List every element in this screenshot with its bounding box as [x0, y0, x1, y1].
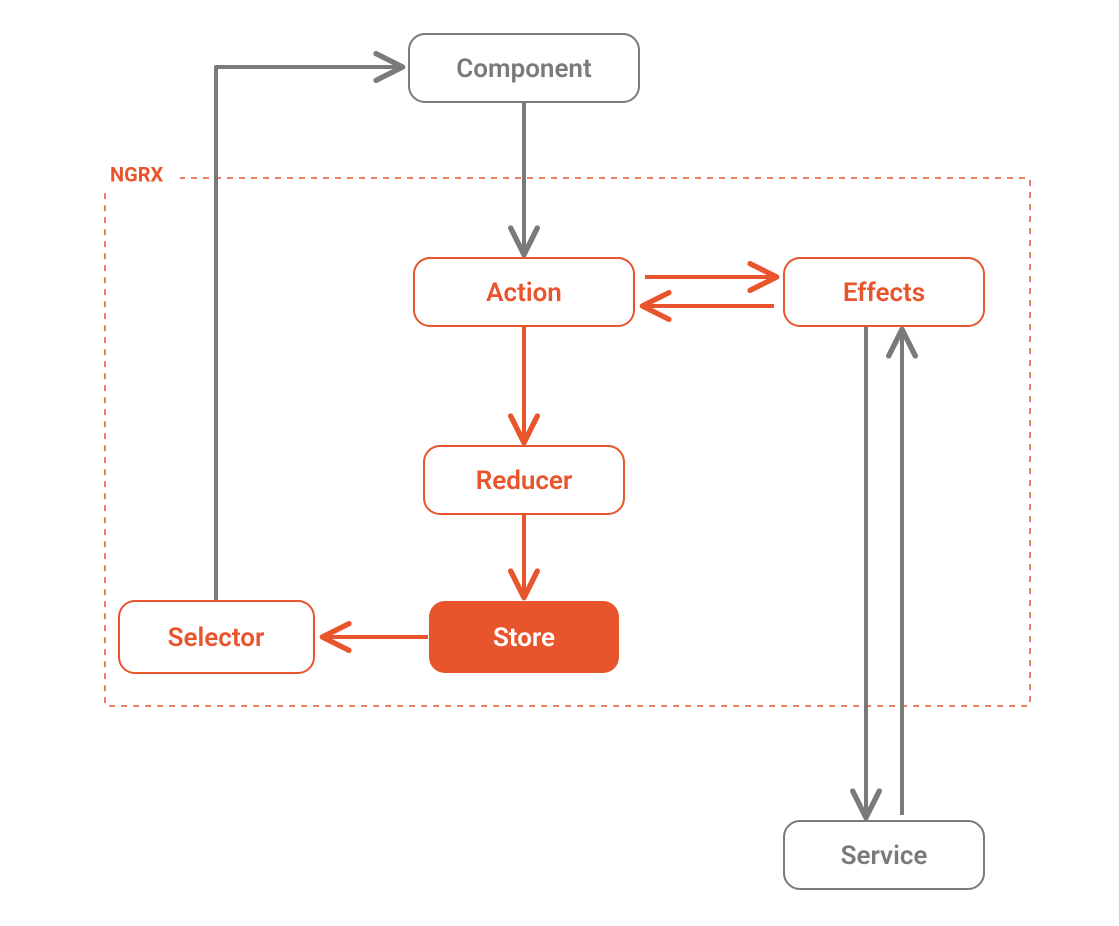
node-component: Component [409, 34, 639, 102]
edge-selector-to-component [216, 67, 400, 601]
node-component-label: Component [456, 54, 592, 84]
ngrx-architecture-diagram: NGRX Component Action Effects Reducer St… [0, 0, 1119, 926]
node-action: Action [414, 258, 634, 326]
node-store: Store [429, 601, 619, 673]
ngrx-group-label: NGRX [110, 162, 164, 186]
node-reducer-label: Reducer [476, 466, 573, 496]
node-service-label: Service [841, 841, 928, 871]
node-store-label: Store [493, 623, 555, 653]
node-effects: Effects [784, 258, 984, 326]
node-selector-label: Selector [168, 623, 265, 653]
node-reducer: Reducer [424, 446, 624, 514]
node-selector: Selector [119, 601, 314, 673]
node-service: Service [784, 821, 984, 889]
node-action-label: Action [486, 278, 562, 308]
node-effects-label: Effects [843, 278, 925, 308]
